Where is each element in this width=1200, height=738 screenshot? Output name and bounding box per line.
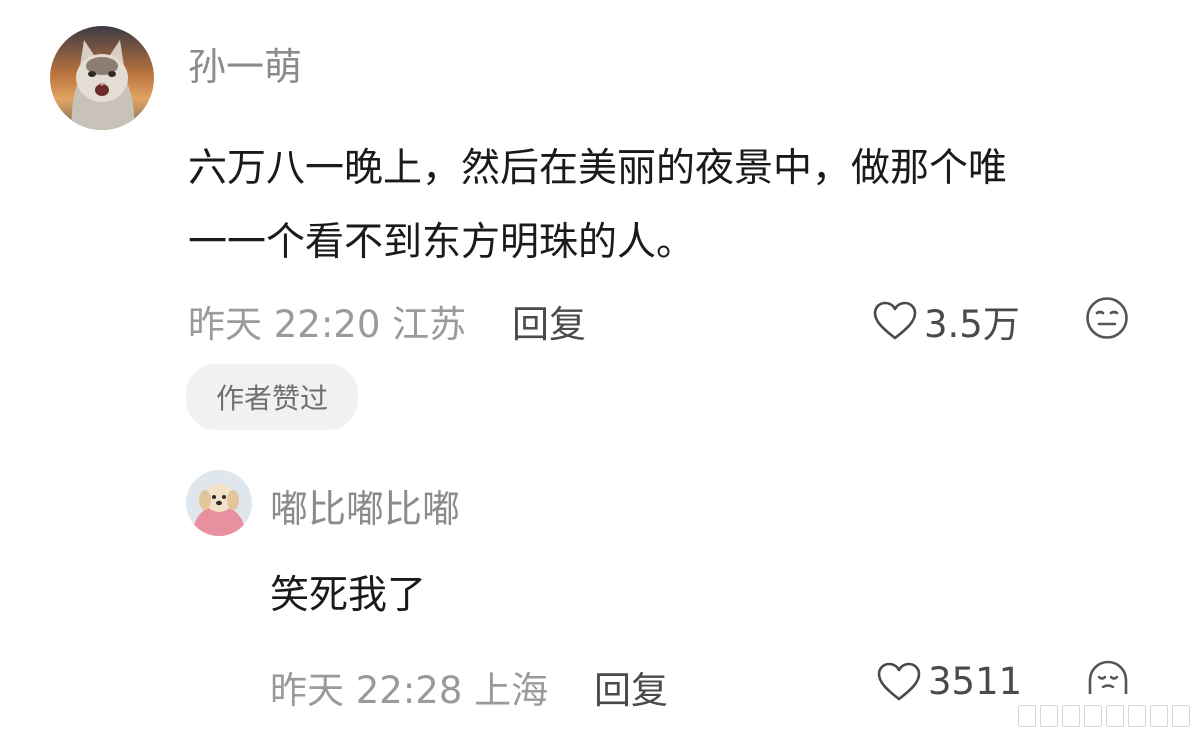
heart-icon — [873, 301, 917, 340]
puppy-avatar-icon — [186, 470, 252, 536]
comment-username[interactable]: 孙一萌 — [188, 36, 302, 91]
watermark-cell — [1128, 705, 1146, 727]
comment-meta: 昨天 22:20 江苏 — [188, 294, 466, 348]
watermark-cell — [1106, 705, 1124, 727]
heart-icon — [877, 662, 921, 700]
reply-text: 笑死我了 — [270, 573, 427, 618]
comment-like-button[interactable]: 3.5万 — [872, 294, 1020, 348]
neutral-face-icon — [1086, 297, 1128, 339]
reply-meta: 昨天 22:28 上海 — [270, 660, 548, 714]
reply-like-button[interactable]: 3511 — [876, 660, 1022, 703]
reply-location: 上海 — [474, 669, 549, 712]
cat-avatar-icon — [50, 26, 154, 130]
reply-reply-button[interactable]: 回复 — [594, 660, 668, 714]
watermark-cell — [1150, 705, 1168, 727]
comment-avatar[interactable] — [50, 26, 154, 130]
comment-location: 江苏 — [392, 303, 467, 346]
reply-time: 昨天 22:28 — [270, 669, 463, 712]
watermark-cell — [1172, 705, 1190, 727]
comment-time: 昨天 22:20 — [188, 303, 381, 346]
comment-like-count: 3.5万 — [924, 303, 1020, 346]
watermark-cell — [1018, 705, 1036, 727]
comment-emoji-button[interactable] — [1085, 296, 1129, 340]
watermark-overlay — [1010, 694, 1200, 738]
comment-text: 六万八一晚上，然后在美丽的夜景中，做那个唯 一一个看不到东方明珠的人。 — [188, 146, 1008, 265]
reply-avatar[interactable] — [186, 470, 252, 536]
author-liked-badge: 作者赞过 — [186, 364, 358, 430]
reply-username[interactable]: 嘟比嘟比嘟 — [270, 478, 460, 533]
watermark-cell — [1040, 705, 1058, 727]
watermark-cell — [1062, 705, 1080, 727]
watermark-cell — [1084, 705, 1102, 727]
comment-reply-button[interactable]: 回复 — [512, 294, 586, 348]
reply-like-count: 3511 — [928, 660, 1023, 703]
